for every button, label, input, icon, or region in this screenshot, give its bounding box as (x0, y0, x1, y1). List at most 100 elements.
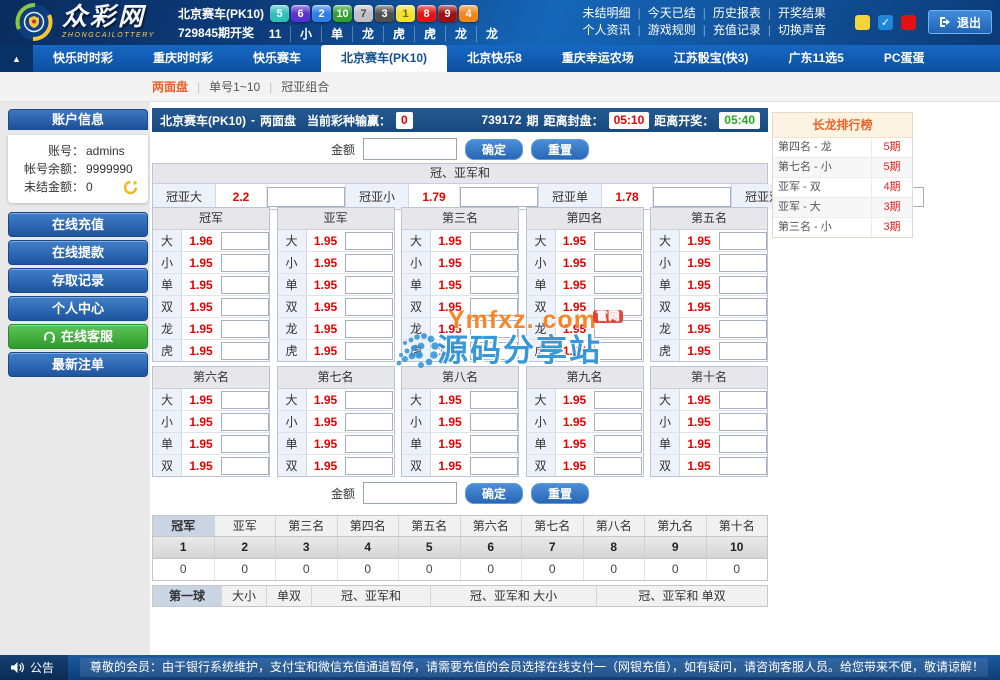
nav-tab-0[interactable]: 快乐时时彩 (33, 45, 133, 72)
bet-amount-input[interactable] (594, 298, 642, 316)
bet-amount-input[interactable] (345, 413, 393, 431)
bet-amount-input[interactable] (719, 298, 767, 316)
bet-type-tab-3[interactable]: 冠、亚军和 (312, 586, 431, 606)
bet-amount-input[interactable] (470, 342, 518, 360)
subnav-item-2[interactable]: 冠亚组合 (281, 78, 329, 95)
checkbox-icon[interactable]: ✓ (878, 15, 893, 30)
bet-amount-input[interactable] (221, 232, 269, 250)
bet-amount-input[interactable] (719, 457, 767, 475)
position-tab-7[interactable]: 第八名 (584, 516, 646, 536)
nav-home-button[interactable]: ▲ (0, 45, 33, 72)
confirm-button[interactable]: 确定 (465, 483, 523, 504)
header-link-r2-1[interactable]: 游戏规则 (648, 22, 696, 39)
bet-type-tab-5[interactable]: 冠、亚军和 单双 (597, 586, 767, 606)
position-tab-2[interactable]: 第三名 (276, 516, 338, 536)
bet-amount-input[interactable] (470, 276, 518, 294)
bet-amount-input[interactable] (594, 342, 642, 360)
bet-amount-input[interactable] (221, 413, 269, 431)
sidebar-button-3[interactable]: 个人中心 (8, 296, 148, 321)
bet-amount-input[interactable] (719, 391, 767, 409)
sound-toggle-icon[interactable] (855, 15, 870, 30)
amount-input[interactable] (363, 482, 457, 504)
bet-amount-input[interactable] (470, 298, 518, 316)
bet-type-tab-1[interactable]: 大小 (222, 586, 267, 606)
bet-type-tab-2[interactable]: 单双 (267, 586, 312, 606)
nav-tab-6[interactable]: 江苏骰宝(快3) (654, 45, 769, 72)
position-tab-4[interactable]: 第五名 (399, 516, 461, 536)
bet-amount-input[interactable] (719, 254, 767, 272)
nav-tab-5[interactable]: 重庆幸运农场 (542, 45, 654, 72)
sidebar-button-2[interactable]: 存取记录 (8, 268, 148, 293)
sidebar-button-0[interactable]: 在线充值 (8, 212, 148, 237)
header-link-r2-2[interactable]: 充值记录 (713, 22, 761, 39)
bet-amount-input[interactable] (470, 254, 518, 272)
bet-amount-input[interactable] (594, 435, 642, 453)
bet-amount-input[interactable] (594, 413, 642, 431)
bet-amount-input[interactable] (345, 320, 393, 338)
bet-amount-input[interactable] (460, 187, 538, 207)
bet-amount-input[interactable] (221, 391, 269, 409)
stop-toggle-icon[interactable] (901, 15, 916, 30)
reset-button[interactable]: 重置 (531, 139, 589, 160)
bet-amount-input[interactable] (719, 320, 767, 338)
bet-amount-input[interactable] (594, 391, 642, 409)
bet-amount-input[interactable] (470, 457, 518, 475)
position-tab-0[interactable]: 冠军 (153, 516, 215, 536)
bet-amount-input[interactable] (470, 232, 518, 250)
bet-amount-input[interactable] (719, 342, 767, 360)
bet-amount-input[interactable] (221, 276, 269, 294)
subnav-item-1[interactable]: 单号1~10 (209, 78, 260, 95)
bet-amount-input[interactable] (653, 187, 731, 207)
sidebar-button-5[interactable]: 最新注单 (8, 352, 148, 377)
nav-tab-8[interactable]: PC蛋蛋 (864, 45, 945, 72)
bet-amount-input[interactable] (470, 413, 518, 431)
nav-tab-7[interactable]: 广东11选5 (768, 45, 863, 72)
bet-amount-input[interactable] (221, 457, 269, 475)
bet-amount-input[interactable] (470, 435, 518, 453)
bet-amount-input[interactable] (221, 254, 269, 272)
header-link-r2-3[interactable]: 切换声音 (778, 22, 826, 39)
position-tab-6[interactable]: 第七名 (522, 516, 584, 536)
logout-button[interactable]: 退出 (928, 10, 992, 34)
header-link-r1-0[interactable]: 未结明细 (583, 5, 631, 22)
bet-amount-input[interactable] (594, 232, 642, 250)
header-link-r2-0[interactable]: 个人资讯 (583, 22, 631, 39)
bet-type-tab-4[interactable]: 冠、亚军和 大小 (431, 586, 597, 606)
nav-tab-3[interactable]: 北京赛车(PK10) (321, 45, 447, 72)
bet-amount-input[interactable] (345, 391, 393, 409)
bet-amount-input[interactable] (345, 276, 393, 294)
bet-amount-input[interactable] (221, 298, 269, 316)
bet-amount-input[interactable] (719, 435, 767, 453)
bet-amount-input[interactable] (221, 320, 269, 338)
refresh-balance-icon[interactable] (123, 180, 138, 195)
bet-amount-input[interactable] (594, 254, 642, 272)
bet-amount-input[interactable] (221, 435, 269, 453)
nav-tab-4[interactable]: 北京快乐8 (447, 45, 542, 72)
bet-amount-input[interactable] (719, 413, 767, 431)
bet-amount-input[interactable] (719, 276, 767, 294)
confirm-button[interactable]: 确定 (465, 139, 523, 160)
position-tab-1[interactable]: 亚军 (215, 516, 277, 536)
bet-amount-input[interactable] (470, 391, 518, 409)
bet-amount-input[interactable] (594, 457, 642, 475)
bet-type-tab-0[interactable]: 第一球 (153, 586, 222, 606)
bet-amount-input[interactable] (719, 232, 767, 250)
position-tab-9[interactable]: 第十名 (707, 516, 768, 536)
amount-input[interactable] (363, 138, 457, 160)
bet-amount-input[interactable] (470, 320, 518, 338)
sidebar-button-4[interactable]: 在线客服 (8, 324, 148, 349)
header-link-r1-3[interactable]: 开奖结果 (778, 5, 826, 22)
bet-amount-input[interactable] (345, 457, 393, 475)
nav-tab-2[interactable]: 快乐赛车 (233, 45, 321, 72)
sidebar-button-1[interactable]: 在线提款 (8, 240, 148, 265)
bet-amount-input[interactable] (345, 232, 393, 250)
bet-amount-input[interactable] (345, 254, 393, 272)
header-link-r1-2[interactable]: 历史报表 (713, 5, 761, 22)
position-tab-5[interactable]: 第六名 (461, 516, 523, 536)
position-tab-8[interactable]: 第九名 (645, 516, 707, 536)
bet-amount-input[interactable] (345, 298, 393, 316)
nav-tab-1[interactable]: 重庆时时彩 (133, 45, 233, 72)
bet-amount-input[interactable] (345, 342, 393, 360)
bet-amount-input[interactable] (594, 320, 642, 338)
bet-amount-input[interactable] (345, 435, 393, 453)
